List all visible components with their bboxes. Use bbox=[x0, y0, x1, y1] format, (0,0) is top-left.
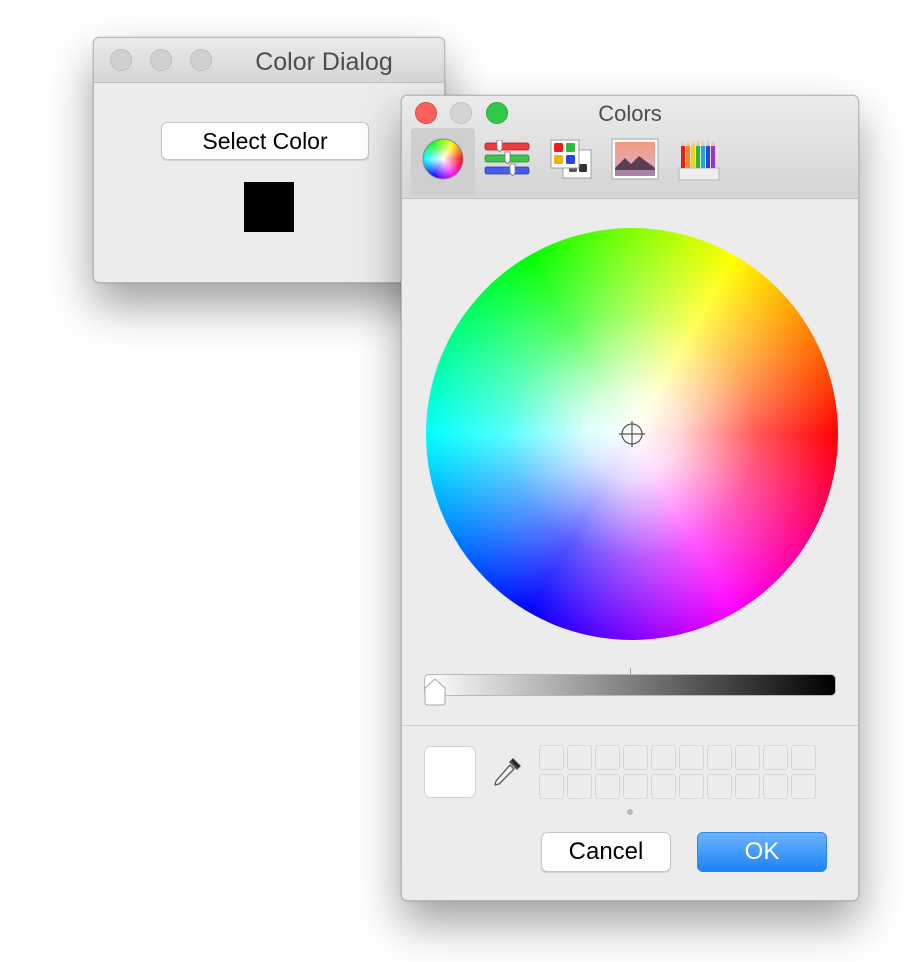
tab-color-sliders[interactable] bbox=[475, 128, 539, 196]
color-wheel[interactable] bbox=[426, 228, 838, 640]
close-button[interactable] bbox=[110, 49, 132, 71]
color-dialog-window: Color Dialog Select Color bbox=[93, 37, 445, 283]
custom-swatch-cell[interactable] bbox=[735, 774, 760, 799]
custom-swatch-cell[interactable] bbox=[539, 745, 564, 770]
custom-swatch-cell[interactable] bbox=[595, 745, 620, 770]
custom-swatch-cell[interactable] bbox=[791, 774, 816, 799]
custom-swatch-cell[interactable] bbox=[595, 774, 620, 799]
color-sliders-icon bbox=[484, 140, 530, 176]
custom-swatch-cell[interactable] bbox=[623, 745, 648, 770]
colors-panel-window: Colors Cancel OK bbox=[401, 95, 859, 901]
color-wheel-icon bbox=[422, 138, 464, 180]
custom-swatches-grid bbox=[539, 745, 816, 799]
custom-swatch-cell[interactable] bbox=[791, 745, 816, 770]
color-wheel-crosshair[interactable] bbox=[617, 419, 647, 449]
cancel-button[interactable]: Cancel bbox=[541, 832, 671, 872]
window-title: Colors bbox=[598, 101, 662, 126]
custom-swatch-cell[interactable] bbox=[679, 745, 704, 770]
custom-swatch-cell[interactable] bbox=[763, 745, 788, 770]
tab-color-wheel[interactable] bbox=[411, 128, 475, 196]
ok-button[interactable]: OK bbox=[697, 832, 827, 872]
image-palettes-icon bbox=[611, 138, 659, 180]
tab-pencils[interactable] bbox=[667, 128, 731, 196]
brightness-slider-thumb[interactable] bbox=[422, 678, 448, 706]
custom-swatch-cell[interactable] bbox=[623, 774, 648, 799]
panel-divider bbox=[402, 725, 858, 726]
selected-color-swatch bbox=[244, 182, 294, 232]
minimize-button[interactable] bbox=[150, 49, 172, 71]
colors-panel-titlebar[interactable]: Colors bbox=[402, 96, 858, 199]
custom-swatch-cell[interactable] bbox=[707, 774, 732, 799]
custom-swatch-cell[interactable] bbox=[651, 745, 676, 770]
custom-swatch-cell[interactable] bbox=[679, 774, 704, 799]
pencils-icon bbox=[678, 140, 720, 181]
custom-swatch-cell[interactable] bbox=[651, 774, 676, 799]
window-title: Color Dialog bbox=[255, 48, 393, 76]
custom-swatch-cell[interactable] bbox=[539, 774, 564, 799]
select-color-button[interactable]: Select Color bbox=[161, 122, 369, 160]
color-dialog-titlebar[interactable]: Color Dialog bbox=[94, 38, 444, 83]
custom-swatch-cell[interactable] bbox=[763, 774, 788, 799]
current-color-swatch[interactable] bbox=[424, 746, 476, 798]
custom-swatch-cell[interactable] bbox=[567, 745, 592, 770]
tab-image-palettes[interactable] bbox=[603, 128, 667, 196]
custom-swatch-cell[interactable] bbox=[707, 745, 732, 770]
swatches-resize-grip[interactable] bbox=[627, 809, 633, 815]
brightness-slider[interactable] bbox=[424, 674, 836, 696]
tab-color-palettes[interactable] bbox=[539, 128, 603, 196]
color-palettes-icon bbox=[550, 139, 592, 179]
custom-swatch-cell[interactable] bbox=[567, 774, 592, 799]
custom-swatch-cell[interactable] bbox=[735, 745, 760, 770]
eyedropper-icon[interactable] bbox=[488, 752, 528, 792]
